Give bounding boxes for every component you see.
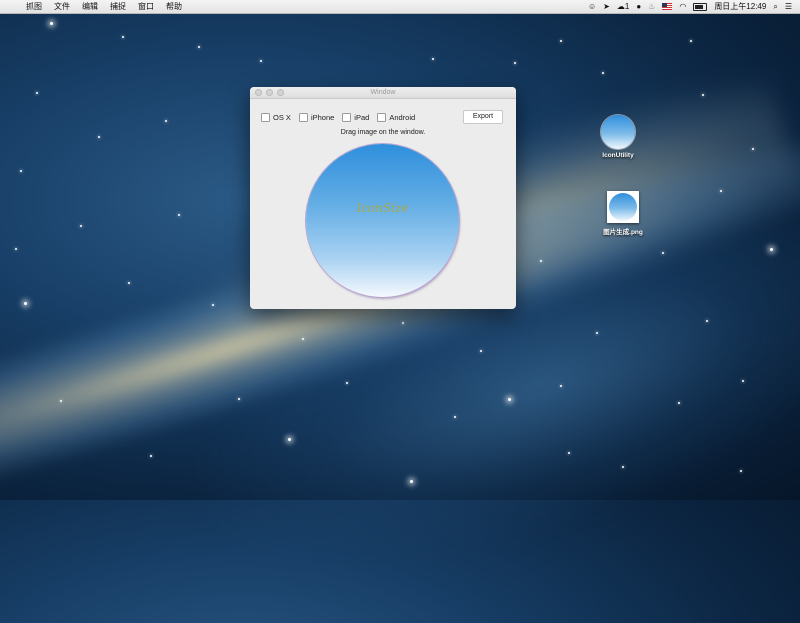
checkbox-label: iPhone [310,112,335,122]
desktop-icon-label: 图片生成.png [603,229,643,236]
checkbox-label: Android [389,112,416,122]
send-icon[interactable]: ➤ [603,0,610,13]
star [602,72,604,74]
star [540,260,542,262]
star [288,438,291,441]
star [60,400,62,402]
star [122,36,124,38]
status-area: ☺ ➤ ☁1 ● ♨ ◠ 周日上午12:49 ⌕ ☰ [588,0,792,13]
checkbox-osx[interactable]: OS X [261,112,291,122]
star [480,350,482,352]
star [150,455,152,457]
star [690,40,692,42]
star [165,120,167,122]
menu-capture[interactable]: 捕捉 [110,1,126,12]
spotlight-search-icon[interactable]: ⌕ [773,0,777,13]
desktop-icon-png[interactable]: 图片生成.png [595,191,651,236]
drag-hint: Drag image on the window. [340,129,426,136]
desktop-icon-label: IconUtility [602,152,634,159]
star [20,170,22,172]
star [50,22,53,25]
checkbox-android[interactable]: Android [377,112,416,122]
star [596,332,598,334]
star [770,248,773,251]
checkbox-box[interactable] [377,112,387,122]
star [454,416,456,418]
star [568,452,570,454]
menu-window[interactable]: 窗口 [138,1,154,12]
star [720,190,722,192]
battery-icon[interactable] [693,2,708,11]
checkbox-iphone[interactable]: iPhone [298,112,335,122]
star [560,385,562,387]
star [740,470,742,472]
star [128,282,130,284]
star [80,225,82,227]
zoom-button[interactable] [277,89,284,96]
star [678,402,680,404]
star [24,302,27,305]
star [752,148,754,150]
star [410,480,413,483]
checkbox-label: OS X [273,112,291,122]
star [260,60,262,62]
checkbox-box[interactable] [261,112,270,122]
notification-count: 1 [624,2,630,11]
star [622,466,624,468]
star [36,92,38,94]
star [346,382,348,384]
wifi-icon[interactable]: ◠ [679,0,686,13]
checkbox-ipad[interactable]: iPad [342,112,370,122]
status-app-icon[interactable]: ☺ [588,0,596,13]
menu-edit[interactable]: 编辑 [82,1,98,12]
checkbox-box[interactable] [342,112,352,122]
star [514,62,516,64]
star [212,304,214,306]
star [702,94,704,96]
iconutility-app-icon [601,115,635,149]
star [662,252,664,254]
star [302,338,304,340]
menu-app[interactable]: 抓图 [26,1,42,12]
export-button[interactable]: Export [463,110,503,124]
platform-options: OS X iPhone iPad Android Export [261,110,503,124]
checkbox-box[interactable] [298,112,308,122]
star [238,398,240,400]
menu-bar: 抓图 文件 编辑 捕捉 窗口 帮助 ☺ ➤ ☁1 ● ♨ ◠ 周日上午12:49… [0,0,800,14]
tray-icon[interactable]: ♨ [648,0,655,13]
menu-file[interactable]: 文件 [54,1,70,12]
checkbox-label: iPad [354,112,370,122]
star [706,320,708,322]
png-file-icon [607,191,639,223]
star [98,136,100,138]
clock[interactable]: 周日上午12:49 [714,0,766,13]
cloud-icon[interactable]: ☁1 [617,0,629,13]
app-window: Window OS X iPhone iPad Android Export D… [250,87,516,309]
star [178,214,180,216]
image-drop-area[interactable]: IconSize [306,144,459,297]
star [742,380,744,382]
star [560,40,562,42]
star [432,58,434,60]
menu-help[interactable]: 帮助 [166,1,182,12]
drop-area-placeholder: IconSize [356,201,409,215]
close-button[interactable] [255,89,262,96]
minimize-button[interactable] [266,89,273,96]
window-title: Window [370,89,396,96]
star [402,322,404,324]
input-source-flag-icon[interactable] [662,3,673,10]
star [198,46,200,48]
star [15,248,17,250]
window-titlebar[interactable]: Window [250,87,516,99]
notification-center-icon[interactable]: ☰ [785,0,792,13]
qq-icon[interactable]: ● [636,0,641,13]
desktop-icon-iconutility[interactable]: IconUtility [592,115,644,159]
star [508,398,511,401]
